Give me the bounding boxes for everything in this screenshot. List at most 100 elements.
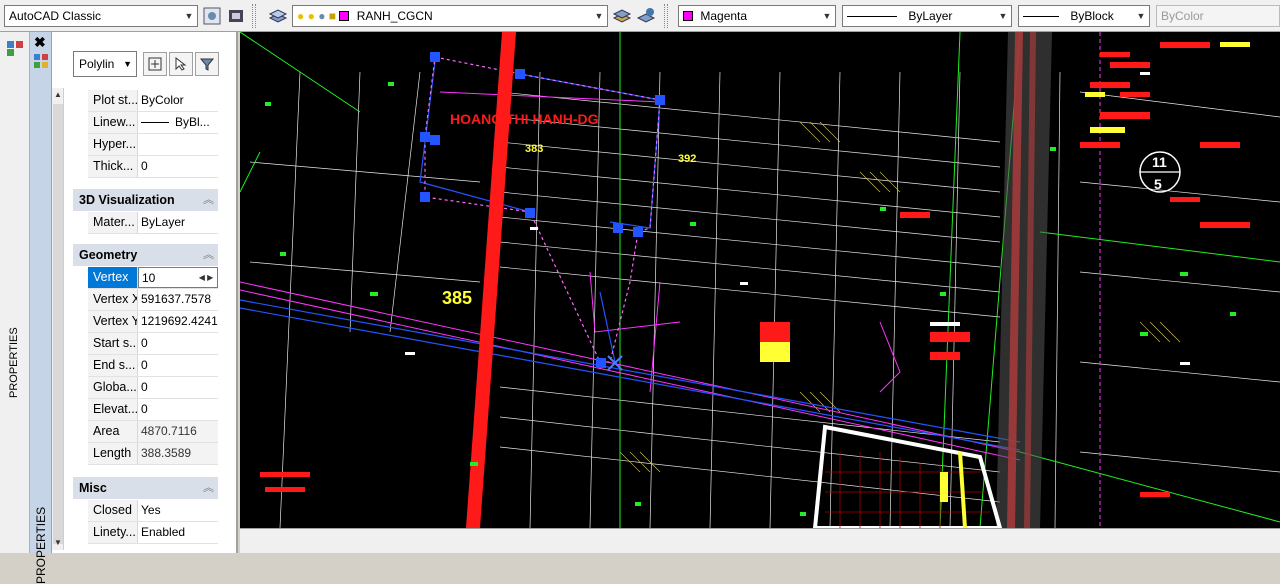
lock-ui-icon[interactable]	[226, 6, 246, 26]
make-current-layer-icon[interactable]	[612, 6, 632, 26]
property-value[interactable]: ByBl...	[138, 112, 218, 133]
layer-properties-icon[interactable]	[268, 6, 288, 26]
parcel-383-label: 383	[525, 143, 543, 155]
property-value[interactable]: 591637.7578	[138, 289, 218, 310]
owner-label: HOANG THI HANH-DG	[450, 111, 599, 127]
lineweight-sample	[1023, 16, 1059, 17]
lightbulb-icon: ●	[297, 9, 305, 23]
workspace-combo[interactable]: AutoCAD Classic ▼	[4, 5, 198, 27]
toggle-pickadd-button[interactable]	[143, 52, 167, 76]
workspace-settings-icon[interactable]	[202, 6, 222, 26]
scroll-down-icon[interactable]: ▼	[52, 536, 64, 550]
property-row-lineweight[interactable]: Linew... ByBl...	[88, 112, 218, 134]
section-3d-visualization[interactable]: 3D Visualization ︽	[73, 189, 218, 211]
pickadd-icon	[148, 57, 162, 71]
symbol-bottom-label: 5	[1154, 176, 1162, 192]
funnel-icon	[199, 58, 215, 71]
property-key: Thick...	[88, 156, 138, 177]
white-block	[812, 424, 1003, 528]
property-value[interactable]: Enabled	[138, 522, 218, 543]
cad-drawing: HOANG THI HANH-DG 383 392 385 11 5	[240, 32, 1280, 528]
property-row-start-segment-width[interactable]: Start s... 0	[88, 333, 218, 355]
property-value[interactable]: 0	[138, 156, 218, 177]
property-value[interactable]: ByColor	[138, 90, 218, 111]
property-row-closed[interactable]: Closed Yes	[88, 500, 218, 522]
section-geometry[interactable]: Geometry ︽	[73, 244, 218, 266]
lineweight-combo[interactable]: ByBlock ▼	[1018, 5, 1150, 27]
layer-combo[interactable]: ● ● ● ■ RANH_CGCN ▼	[292, 5, 608, 27]
chevron-down-icon: ▼	[184, 11, 194, 21]
parcel-385-label: 385	[442, 288, 472, 308]
palette-title-bar: ✖ PROPERTIES	[30, 32, 52, 584]
property-row-global-width[interactable]: Globa... 0	[88, 377, 218, 399]
property-key: Plot st...	[88, 90, 138, 111]
quick-select-button[interactable]	[195, 52, 219, 76]
property-row-area: Area 4870.7116	[88, 421, 218, 443]
collapse-icon[interactable]: ︽	[203, 244, 214, 266]
chevron-down-icon: ▼	[822, 11, 832, 21]
panel-scrollbar[interactable]: ▲ ▼	[52, 88, 64, 550]
left-tool-strip: PROPERTIES	[0, 32, 30, 553]
property-value[interactable]: 0	[138, 355, 218, 376]
property-key: Elevat...	[88, 399, 138, 420]
collapse-icon[interactable]: ︽	[203, 477, 214, 499]
viewport-freeze-icon: ●	[318, 9, 326, 23]
property-value[interactable]: 1219692.4241	[138, 311, 218, 332]
lock-icon: ■	[328, 9, 337, 23]
property-row-plot-style[interactable]: Plot st... ByColor	[88, 90, 218, 112]
close-icon[interactable]: ✖	[34, 34, 46, 51]
palette-title: PROPERTIES	[34, 506, 48, 584]
collapse-icon[interactable]: ︽	[203, 189, 214, 211]
section-title: 3D Visualization	[79, 193, 175, 207]
color-combo[interactable]: Magenta ▼	[678, 5, 836, 27]
lineweight-value: ByBlock	[1070, 9, 1114, 23]
property-row-end-segment-width[interactable]: End s... 0	[88, 355, 218, 377]
palette-options-icon[interactable]	[32, 52, 50, 70]
property-key: Globa...	[88, 377, 138, 398]
property-value[interactable]: Yes	[138, 500, 218, 521]
chevron-down-icon: ▼	[1136, 11, 1146, 21]
chevron-down-icon: ▼	[998, 11, 1008, 21]
vertex-spinner-input[interactable]: 10 ◀ ▶	[138, 267, 218, 288]
color-value: Magenta	[700, 9, 748, 23]
property-row-vertex[interactable]: Vertex 10 ◀ ▶	[88, 267, 218, 289]
property-value[interactable]: 0	[138, 399, 218, 420]
lineweight-sample	[141, 122, 169, 123]
property-value[interactable]: ByLayer	[138, 212, 218, 233]
section-misc[interactable]: Misc ︽	[73, 477, 218, 499]
property-value: 4870.7116	[138, 421, 218, 442]
selected-polyline[interactable]	[420, 52, 665, 371]
property-value: 388.3589	[138, 443, 218, 464]
spinner-arrows-icon[interactable]: ◀ ▶	[195, 268, 217, 287]
symbol-top-label: 11	[1152, 154, 1167, 170]
plotstyle-combo[interactable]: ByColor	[1156, 5, 1280, 27]
property-row-thickness[interactable]: Thick... 0	[88, 156, 218, 178]
property-row-linetype-generation[interactable]: Linety... Enabled	[88, 522, 218, 544]
layer-previous-icon[interactable]	[636, 6, 656, 26]
property-key: Closed	[88, 500, 138, 521]
vertex-value: 10	[142, 271, 156, 285]
property-value[interactable]	[138, 134, 218, 155]
property-key: Vertex X	[88, 289, 138, 310]
property-row-material[interactable]: Mater... ByLayer	[88, 212, 218, 234]
property-value[interactable]: 0	[138, 377, 218, 398]
linetype-combo[interactable]: ByLayer ▼	[842, 5, 1012, 27]
drawing-canvas[interactable]: HOANG THI HANH-DG 383 392 385 11 5	[240, 32, 1280, 528]
sun-icon: ●	[307, 9, 315, 23]
canvas-bottom-bar	[240, 528, 1280, 553]
property-key: Linety...	[88, 522, 138, 543]
property-row-elevation[interactable]: Elevat... 0	[88, 399, 218, 421]
tool-palette-icon[interactable]	[5, 38, 25, 58]
object-type-combo[interactable]: Polylin ▼	[73, 51, 137, 77]
property-row-vertex-y[interactable]: Vertex Y 1219692.4241	[88, 311, 218, 333]
select-objects-button[interactable]	[169, 52, 193, 76]
scroll-up-icon[interactable]: ▲	[52, 88, 64, 102]
properties-tab-label[interactable]: PROPERTIES	[8, 327, 20, 398]
chevron-down-icon: ▼	[594, 11, 604, 21]
property-key: End s...	[88, 355, 138, 376]
scroll-thumb[interactable]	[53, 104, 63, 544]
workspace-value: AutoCAD Classic	[9, 9, 102, 23]
property-row-hyperlink[interactable]: Hyper...	[88, 134, 218, 156]
property-value[interactable]: 0	[138, 333, 218, 354]
property-row-vertex-x[interactable]: Vertex X 591637.7578	[88, 289, 218, 311]
